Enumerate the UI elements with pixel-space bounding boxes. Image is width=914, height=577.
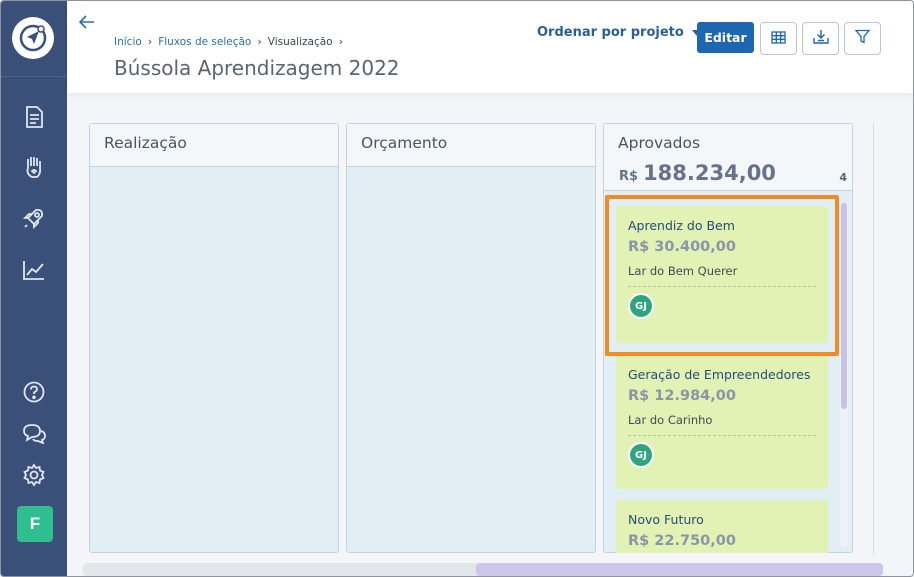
column-title: Orçamento: [347, 124, 595, 167]
chart-line-icon[interactable]: [20, 256, 48, 284]
column-aprovados: Aprovados R$ 188.234,00 4 Aprendiz do Be…: [603, 123, 853, 553]
vertical-scrollbar-thumb[interactable]: [841, 203, 847, 409]
chevron-right-icon: ›: [338, 35, 343, 48]
page-title: Bússola Aprendizagem 2022: [114, 56, 400, 80]
horizontal-scrollbar[interactable]: [83, 563, 883, 576]
card-organization: Lar do Bem Querer: [628, 264, 738, 278]
filter-button[interactable]: [844, 22, 881, 55]
cards-list: Aprendiz do Bem R$ 30.400,00 Lar do Bem …: [604, 191, 852, 553]
column-orcamento: Orçamento: [346, 123, 596, 553]
table-view-button[interactable]: [760, 22, 797, 55]
app-window: F Início › Fluxos de seleção › Visualiza…: [0, 0, 914, 577]
user-avatar[interactable]: F: [17, 506, 53, 542]
horizontal-scrollbar-thumb[interactable]: [476, 563, 883, 576]
column-realizacao: Realização: [89, 123, 339, 553]
card-divider: [628, 286, 816, 287]
card-value: R$ 22.750,00: [628, 533, 736, 549]
card-title: Geração de Empreendedores: [628, 367, 811, 382]
chevron-right-icon: ›: [257, 35, 262, 48]
card-divider: [628, 435, 816, 436]
card-organization: Lar do Carinho: [628, 413, 713, 427]
back-arrow-icon[interactable]: [78, 15, 99, 33]
column-total: R$ 188.234,00: [619, 161, 776, 185]
rocket-icon[interactable]: [20, 204, 48, 232]
card-avatar[interactable]: GJ: [628, 442, 654, 468]
project-card[interactable]: Aprendiz do Bem R$ 30.400,00 Lar do Bem …: [616, 206, 828, 343]
sidebar-divider: [1, 76, 67, 77]
column-title: Aprovados: [618, 134, 701, 152]
column-header: Aprovados R$ 188.234,00 4: [604, 124, 852, 191]
project-card[interactable]: Novo Futuro R$ 22.750,00: [616, 500, 828, 553]
breadcrumb-flows[interactable]: Fluxos de seleção: [158, 36, 251, 48]
total-currency: R$: [619, 169, 639, 184]
edit-button[interactable]: Editar: [697, 22, 754, 53]
table-icon: [771, 29, 786, 48]
breadcrumb-home[interactable]: Início: [114, 36, 142, 48]
total-amount: 188.234,00: [643, 161, 776, 185]
document-list-icon[interactable]: [20, 103, 48, 131]
kanban-board: Realização Orçamento Aprovados R$ 188.23…: [83, 123, 873, 555]
sidebar: F: [1, 1, 67, 576]
gear-icon[interactable]: [20, 461, 48, 489]
board-edge: [873, 123, 874, 555]
download-icon: [812, 29, 829, 48]
column-title: Realização: [90, 124, 338, 167]
column-count: 4: [839, 171, 847, 184]
breadcrumb-current: Visualização: [267, 35, 333, 48]
chevron-right-icon: ›: [147, 35, 153, 48]
card-title: Aprendiz do Bem: [628, 218, 735, 233]
card-value: R$ 12.984,00: [628, 388, 736, 404]
project-card[interactable]: Geração de Empreendedores R$ 12.984,00 L…: [616, 355, 828, 489]
help-circle-icon[interactable]: [20, 378, 48, 406]
hand-heart-icon[interactable]: [20, 153, 48, 181]
page-header: Início › Fluxos de seleção › Visualizaçã…: [67, 1, 913, 93]
breadcrumb: Início › Fluxos de seleção › Visualizaçã…: [114, 35, 343, 48]
card-title: Novo Futuro: [628, 512, 704, 527]
download-button[interactable]: [802, 22, 839, 55]
compass-logo-icon[interactable]: [12, 17, 54, 59]
sort-label: Ordenar por projeto: [537, 25, 684, 40]
card-avatar[interactable]: GJ: [628, 293, 654, 319]
filter-icon: [854, 29, 871, 48]
card-value: R$ 30.400,00: [628, 239, 736, 255]
sort-dropdown[interactable]: Ordenar por projeto: [537, 25, 702, 40]
chat-bubbles-icon[interactable]: [20, 419, 48, 447]
